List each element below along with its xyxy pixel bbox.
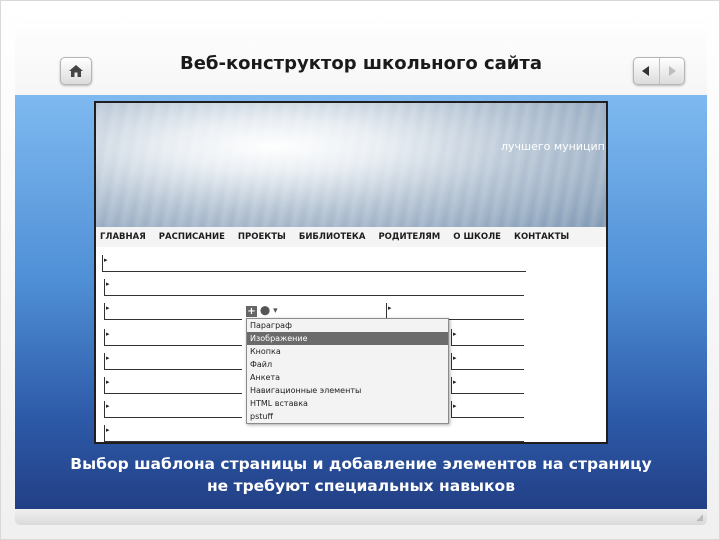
- template-row[interactable]: [104, 377, 242, 394]
- home-icon: [69, 65, 83, 77]
- next-button[interactable]: [658, 58, 684, 84]
- template-row[interactable]: [104, 425, 524, 442]
- add-element-menu: Параграф Изображение Кнопка Файл Анкета …: [246, 318, 449, 424]
- slide: Веб-конструктор школьного сайта лучшего …: [0, 0, 720, 540]
- menu-item-paragraph[interactable]: Параграф: [247, 319, 448, 332]
- template-row[interactable]: [104, 329, 242, 346]
- menu-item-schedule[interactable]: РАСПИСАНИЕ: [159, 232, 225, 242]
- slide-caption: Выбор шаблона страницы и добавление элем…: [15, 453, 707, 497]
- menu-item-pstuff[interactable]: pstuff: [247, 410, 448, 423]
- menu-item-parents[interactable]: РОДИТЕЛЯМ: [378, 232, 440, 242]
- template-row[interactable]: [104, 401, 242, 418]
- slide-title: Веб-конструктор школьного сайта: [180, 53, 542, 74]
- banner-text: лучшего муницип: [501, 140, 605, 153]
- menu-item-projects[interactable]: ПРОЕКТЫ: [238, 232, 286, 242]
- home-button[interactable]: [60, 57, 92, 85]
- site-menu: ГЛАВНАЯ РАСПИСАНИЕ ПРОЕКТЫ БИБЛИОТЕКА РО…: [96, 227, 606, 247]
- menu-item-navigation[interactable]: Навигационные элементы: [247, 384, 448, 397]
- template-row[interactable]: [451, 353, 524, 370]
- menu-item-about[interactable]: О ШКОЛЕ: [453, 232, 501, 242]
- menu-item-button[interactable]: Кнопка: [247, 345, 448, 358]
- menu-item-home[interactable]: ГЛАВНАЯ: [100, 232, 146, 242]
- caption-line-2: не требуют специальных навыков: [206, 477, 516, 495]
- template-row[interactable]: [104, 353, 242, 370]
- prev-button[interactable]: [634, 58, 659, 84]
- site-banner: лучшего муницип: [96, 103, 606, 227]
- template-row[interactable]: [451, 401, 524, 418]
- template-row[interactable]: [104, 303, 242, 320]
- menu-item-file[interactable]: Файл: [247, 358, 448, 371]
- add-element-icon[interactable]: +: [246, 305, 257, 317]
- template-row[interactable]: [104, 279, 524, 296]
- menu-item-image[interactable]: Изображение: [247, 332, 448, 345]
- menu-item-library[interactable]: БИБЛИОТЕКА: [299, 232, 366, 242]
- menu-item-contacts[interactable]: КОНТАКТЫ: [514, 232, 569, 242]
- template-row[interactable]: [102, 255, 526, 272]
- resize-grip-icon[interactable]: ◢: [696, 513, 703, 523]
- banner-rays: [96, 103, 606, 227]
- template-row[interactable]: [451, 329, 524, 346]
- arrow-right-icon: [668, 66, 676, 76]
- template-row[interactable]: [451, 377, 524, 394]
- slide-header: Веб-конструктор школьного сайта: [15, 15, 707, 95]
- website-builder-screenshot: лучшего муницип ГЛАВНАЯ РАСПИСАНИЕ ПРОЕК…: [94, 101, 608, 444]
- menu-item-form[interactable]: Анкета: [247, 371, 448, 384]
- arrow-left-icon: [642, 66, 650, 76]
- location-pin-icon[interactable]: ⬤: [260, 306, 270, 316]
- caption-line-1: Выбор шаблона страницы и добавление элем…: [70, 455, 652, 473]
- element-toolbar: + ⬤ ▾: [246, 304, 278, 318]
- navigation-arrows: [633, 57, 685, 85]
- chevron-down-icon[interactable]: ▾: [273, 306, 278, 316]
- menu-item-html-embed[interactable]: HTML вставка: [247, 397, 448, 410]
- slide-footer: ◢: [15, 509, 707, 525]
